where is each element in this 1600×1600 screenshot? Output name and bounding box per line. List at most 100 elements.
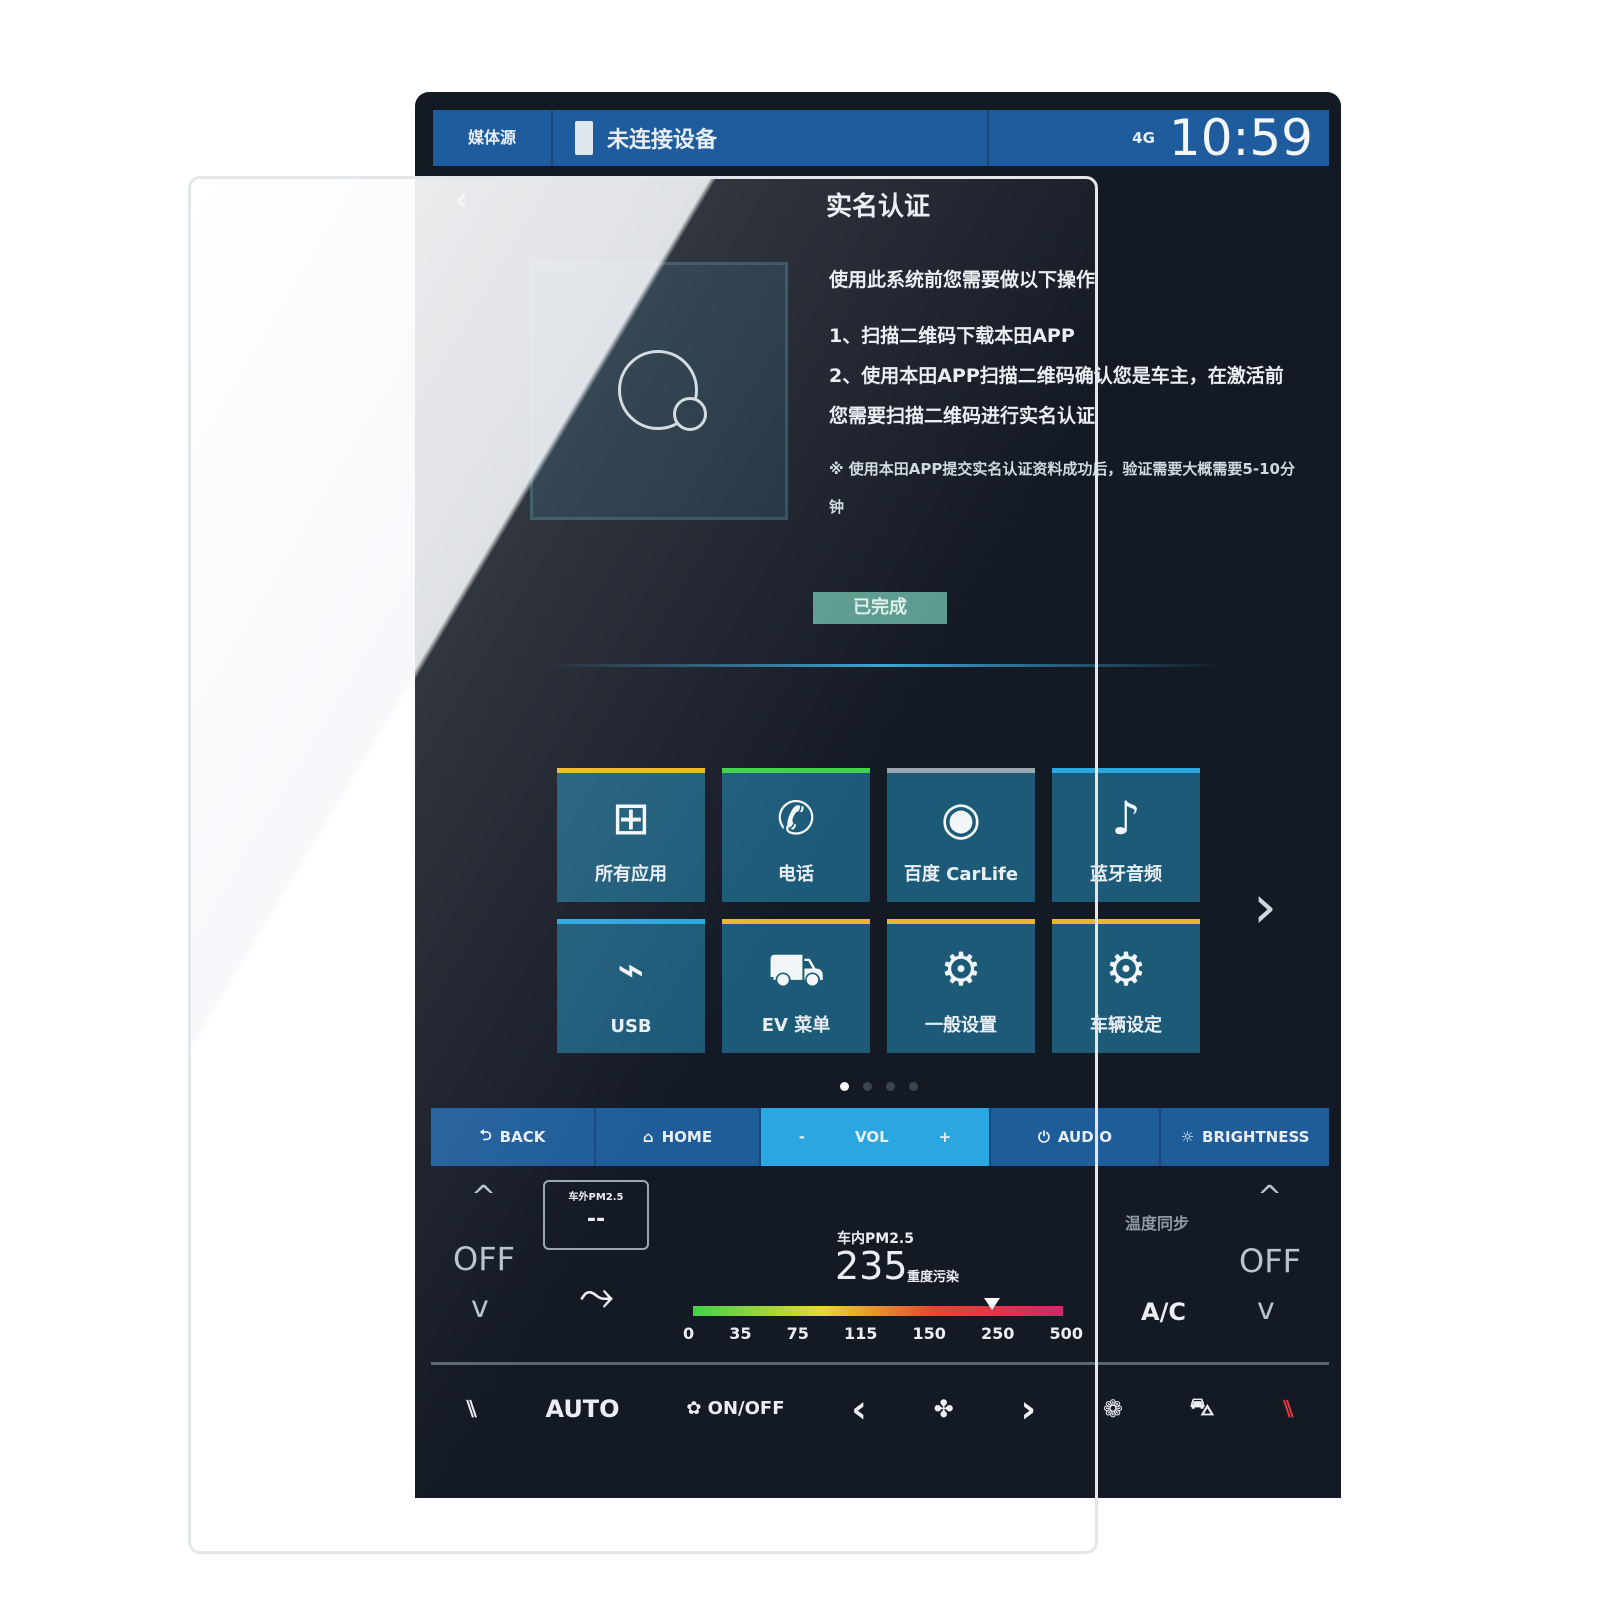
left-temp: OFF bbox=[453, 1240, 515, 1278]
pm25-marker bbox=[984, 1298, 1001, 1310]
app-tile[interactable]: ⛟ EV 菜单 bbox=[722, 919, 870, 1053]
page-dot[interactable] bbox=[863, 1082, 872, 1091]
page-dot[interactable] bbox=[909, 1082, 918, 1091]
next-page-chevron-icon[interactable]: › bbox=[1253, 872, 1277, 942]
phone-icon: ✆ bbox=[776, 791, 816, 845]
usb-icon: ⌁ bbox=[617, 942, 645, 996]
home-icon: ⌂ bbox=[642, 1128, 654, 1146]
app-tile[interactable]: ♪ 蓝牙音频 bbox=[1052, 768, 1200, 902]
vehicle-settings-icon: ⚙ bbox=[1105, 942, 1147, 996]
pm25-scale-ticks: 0 35 75 115 150 250 500 bbox=[683, 1324, 1083, 1343]
app-label: 电话 bbox=[778, 864, 814, 885]
scale-tick: 500 bbox=[1049, 1324, 1083, 1343]
scale-tick: 250 bbox=[981, 1324, 1015, 1343]
inside-pm-status: 重度污染 bbox=[907, 1270, 960, 1285]
app-label: 百度 CarLife bbox=[903, 864, 1019, 885]
app-tile[interactable]: ⚙ 车辆设定 bbox=[1052, 919, 1200, 1053]
outside-pm25: 车外PM2.5 -- bbox=[543, 1180, 649, 1250]
inside-pm-value: 235 bbox=[835, 1244, 908, 1288]
media-source-button[interactable]: 媒体源 bbox=[433, 110, 553, 166]
right-temp-down-button[interactable]: v bbox=[1257, 1292, 1275, 1327]
page-dot[interactable] bbox=[840, 1082, 849, 1091]
device-label: 未连接设备 bbox=[607, 128, 718, 153]
app-label: 一般设置 bbox=[925, 1015, 997, 1036]
done-button[interactable]: 已完成 bbox=[813, 592, 947, 624]
fan-speed-down-button[interactable]: ‹ bbox=[851, 1387, 867, 1431]
ac-button[interactable]: A/C bbox=[1141, 1298, 1186, 1326]
volume-down-button[interactable]: - bbox=[799, 1128, 805, 1146]
infotainment-screen: 媒体源 未连接设备 4G 10:59 ‹ 实名认证 使用此系统前您需要做以下操作 … bbox=[415, 92, 1341, 1498]
temp-sync-button[interactable]: 温度同步 bbox=[1125, 1210, 1189, 1234]
settings-gear-icon: ⚙ bbox=[940, 942, 982, 996]
carlife-icon: ◉ bbox=[940, 791, 982, 845]
app-label: 所有应用 bbox=[595, 864, 667, 885]
pm25-scale-bar bbox=[693, 1306, 1063, 1316]
instruction-note: ※ 使用本田APP提交实名认证资料成功后，验证需要大概需要5-10分钟 bbox=[829, 460, 1295, 516]
airflow-mode-icon[interactable]: ⤳ bbox=[579, 1270, 614, 1321]
apps-grid-icon: ⊞ bbox=[611, 791, 651, 845]
recirculation-icon[interactable]: ⛍ bbox=[1190, 1393, 1215, 1424]
fan-onoff-button[interactable]: ✿ ON/OFF bbox=[686, 1398, 784, 1419]
page-title: 实名认证 bbox=[825, 192, 930, 222]
app-tile[interactable]: ⌁ USB bbox=[557, 919, 705, 1053]
home-label: HOME bbox=[661, 1128, 713, 1146]
clock: 10:59 bbox=[1168, 109, 1313, 167]
climate-panel: ^ OFF v 车外PM2.5 -- ⤳ 车内PM2.5 235 重度污染 0 35… bbox=[431, 1170, 1329, 1360]
volume-up-button[interactable]: + bbox=[939, 1128, 952, 1146]
auto-button[interactable]: AUTO bbox=[545, 1395, 619, 1423]
signal-4g-icon: 4G bbox=[1132, 129, 1155, 147]
app-label: 蓝牙音频 bbox=[1090, 864, 1162, 885]
left-seat-heater-icon[interactable]: ⑊ bbox=[464, 1395, 478, 1423]
scale-tick: 35 bbox=[729, 1324, 752, 1343]
brightness-button[interactable]: ☼ BRIGHTNESS bbox=[1161, 1108, 1329, 1166]
brightness-icon: ☼ bbox=[1180, 1128, 1195, 1146]
app-tile[interactable]: ◉ 百度 CarLife bbox=[887, 768, 1035, 902]
scale-tick: 150 bbox=[912, 1324, 946, 1343]
app-tile[interactable]: ✆ 电话 bbox=[722, 768, 870, 902]
back-nav-button[interactable]: ⮌ BACK bbox=[431, 1108, 596, 1166]
right-seat-heater-icon[interactable]: ⑊ bbox=[1281, 1395, 1295, 1423]
instruction-step-1: 1、扫描二维码下载本田APP bbox=[829, 325, 1075, 347]
fan-speed-up-button[interactable]: › bbox=[1020, 1387, 1036, 1431]
fan-icon: ✤ bbox=[933, 1394, 954, 1423]
defrost-icon[interactable]: ❁ bbox=[1103, 1395, 1123, 1423]
page-indicator bbox=[840, 1082, 918, 1091]
audio-label: AUDIO bbox=[1057, 1128, 1112, 1146]
app-grid: ⊞ 所有应用 ✆ 电话 ◉ 百度 CarLife ♪ 蓝牙音频 ⌁ USB ⛟ EV 菜单 ⚙ 一般设置 ⚙… bbox=[557, 768, 1200, 1053]
back-label: BACK bbox=[499, 1128, 546, 1146]
usb-device-icon bbox=[575, 121, 593, 155]
climate-bottom-bar: ⑊ AUTO ✿ ON/OFF ‹ ✤ › ❁ ⛍ ⑊ bbox=[431, 1362, 1329, 1452]
bluetooth-audio-icon: ♪ bbox=[1111, 791, 1141, 845]
right-temp-up-button[interactable]: ^ bbox=[1257, 1180, 1282, 1215]
device-status[interactable]: 未连接设备 bbox=[553, 110, 989, 166]
app-label: EV 菜单 bbox=[761, 1015, 831, 1036]
fan-onoff-label: ON/OFF bbox=[707, 1398, 785, 1419]
scale-tick: 75 bbox=[786, 1324, 809, 1343]
scale-tick: 115 bbox=[844, 1324, 878, 1343]
outside-pm-value: -- bbox=[586, 1207, 606, 1232]
instructions: 使用此系统前您需要做以下操作 1、扫描二维码下载本田APP 2、使用本田APP扫… bbox=[829, 260, 1299, 526]
app-tile[interactable]: ⚙ 一般设置 bbox=[887, 919, 1035, 1053]
ev-menu-icon: ⛟ bbox=[767, 942, 825, 996]
left-temp-up-button[interactable]: ^ bbox=[471, 1180, 496, 1215]
nav-bar: ⮌ BACK ⌂ HOME - VOL + ⏻ AUDIO ☼ BRIGHTNESS bbox=[431, 1108, 1329, 1166]
right-temp: OFF bbox=[1239, 1242, 1301, 1280]
status-bar: 媒体源 未连接设备 4G 10:59 bbox=[433, 109, 1329, 167]
refresh-icon bbox=[673, 397, 707, 431]
app-label: USB bbox=[610, 1016, 652, 1037]
app-label: 车辆设定 bbox=[1090, 1015, 1162, 1036]
qr-code-panel bbox=[530, 262, 788, 520]
divider bbox=[545, 664, 1225, 667]
power-icon: ⏻ bbox=[1038, 1128, 1050, 1146]
page-dot[interactable] bbox=[886, 1082, 895, 1091]
instructions-heading: 使用此系统前您需要做以下操作 bbox=[829, 269, 1096, 291]
outside-pm-label: 车外PM2.5 bbox=[568, 1192, 624, 1203]
app-tile[interactable]: ⊞ 所有应用 bbox=[557, 768, 705, 902]
brightness-label: BRIGHTNESS bbox=[1202, 1128, 1310, 1146]
home-button[interactable]: ⌂ HOME bbox=[596, 1108, 761, 1166]
instruction-step-2: 2、使用本田APP扫描二维码确认您是车主，在激活前您需要扫描二维码进行实名认证 bbox=[829, 365, 1284, 427]
scale-tick: 0 bbox=[683, 1324, 695, 1343]
left-temp-down-button[interactable]: v bbox=[471, 1290, 489, 1325]
audio-power-button[interactable]: ⏻ AUDIO bbox=[991, 1108, 1161, 1166]
volume-control: - VOL + bbox=[761, 1108, 991, 1166]
